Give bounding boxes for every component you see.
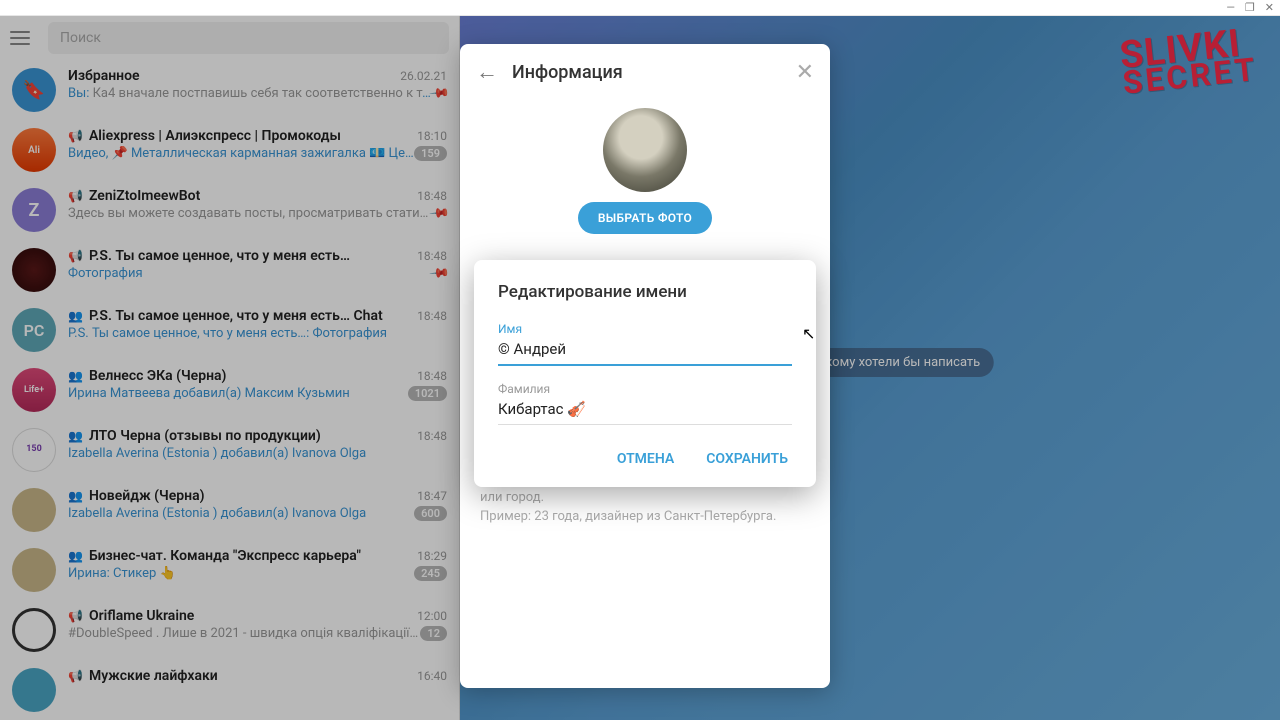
name-input[interactable] <box>498 336 792 366</box>
modal-title: Редактирование имени <box>498 282 792 302</box>
choose-photo-button[interactable]: ВЫБРАТЬ ФОТО <box>578 202 712 234</box>
name-label: Имя <box>498 322 792 336</box>
window-max[interactable]: ❐ <box>1245 1 1255 14</box>
window-titlebar: — ❐ ✕ <box>0 0 1280 16</box>
window-close[interactable]: ✕ <box>1265 1 1274 14</box>
edit-name-modal: Редактирование имени Имя Фамилия ОТМЕНА … <box>474 260 816 487</box>
window-min[interactable]: — <box>1226 1 1235 14</box>
surname-input[interactable] <box>498 396 792 425</box>
close-icon[interactable]: ✕ <box>796 60 814 85</box>
avatar[interactable] <box>603 108 687 192</box>
cancel-button[interactable]: ОТМЕНА <box>613 445 678 473</box>
surname-label: Фамилия <box>498 382 792 396</box>
info-title: Информация <box>512 62 782 83</box>
back-icon[interactable]: ← <box>476 59 498 85</box>
save-button[interactable]: СОХРАНИТЬ <box>702 445 792 473</box>
